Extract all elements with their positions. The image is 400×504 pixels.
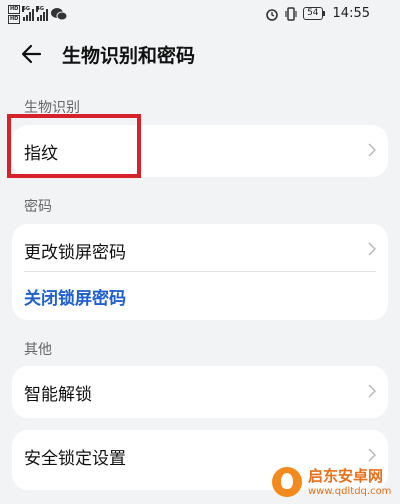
header: 生物识别和密码 (0, 32, 400, 76)
card-smart-unlock: 智能解锁 (12, 366, 388, 418)
list-item-disable-lock-password[interactable]: 关闭锁屏密码 (12, 270, 388, 320)
hd-badges: HD HD (8, 5, 21, 24)
section-label-other: 其他 (24, 342, 52, 358)
status-right: 54 14:55 (265, 6, 370, 21)
list-item-label: 安全锁定设置 (24, 449, 126, 469)
card-password: 更改锁屏密码 关闭锁屏密码 (12, 224, 388, 320)
watermark: 启东安卓网 www.qdltdq.com (270, 462, 400, 504)
watermark-title: 启东安卓网 (308, 467, 384, 485)
back-arrow-icon[interactable] (18, 40, 48, 68)
chevron-right-icon (368, 384, 376, 398)
watermark-logo-icon (272, 467, 302, 497)
network-gen-label: 4G (36, 5, 44, 12)
chevron-right-icon (368, 143, 376, 157)
list-item-label: 关闭锁屏密码 (24, 289, 126, 309)
clock: 14:55 (332, 6, 370, 21)
status-left: HD HD 5G 4G (8, 5, 68, 24)
battery-icon: 54 (303, 7, 326, 20)
network-gen-label: 5G (22, 5, 30, 12)
section-label-password: 密码 (24, 199, 52, 215)
wechat-icon (51, 8, 68, 21)
list-item-change-lock-password[interactable]: 更改锁屏密码 (12, 224, 388, 274)
hd-badge: HD (8, 15, 21, 24)
signal-icon: 5G (22, 5, 35, 21)
hd-badge: HD (8, 5, 21, 14)
chevron-right-icon (368, 242, 376, 256)
vibrate-icon (285, 6, 297, 21)
status-bar: HD HD 5G 4G 54 14:55 (0, 0, 400, 30)
list-item-label: 智能解锁 (24, 385, 92, 405)
signal-icon: 4G (36, 5, 49, 21)
highlight-box (7, 114, 141, 178)
watermark-url: www.qdltdq.com (308, 486, 392, 497)
list-item-label: 更改锁屏密码 (24, 243, 126, 263)
list-item-smart-unlock[interactable]: 智能解锁 (12, 366, 388, 416)
page-title: 生物识别和密码 (62, 45, 196, 67)
alarm-icon (266, 8, 278, 21)
chevron-right-icon (368, 448, 376, 462)
